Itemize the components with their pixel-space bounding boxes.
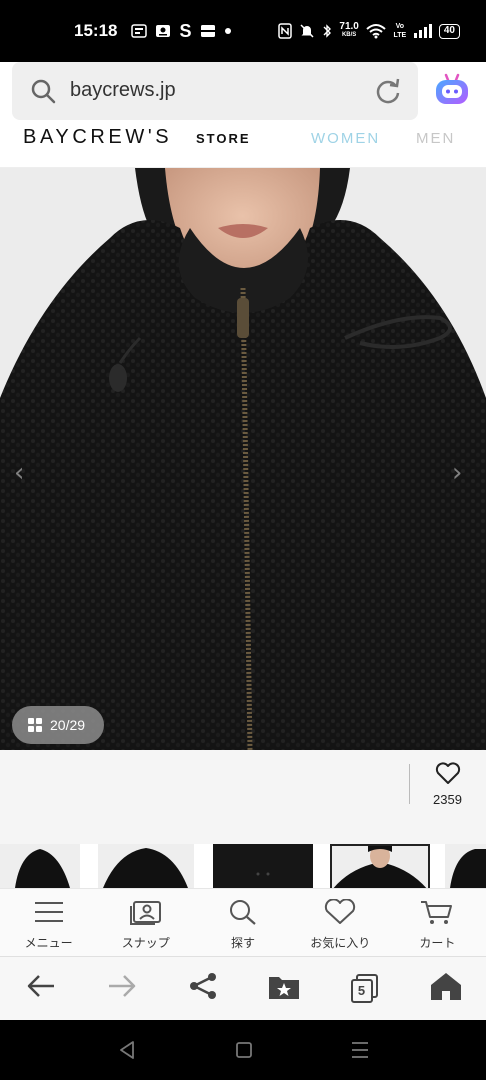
tabs-icon: 5 [349,973,381,1004]
image-counter-text: 20/29 [50,717,86,733]
photo-icon [155,23,171,39]
system-back-icon[interactable] [118,1040,136,1065]
grid-icon [28,718,42,732]
tabs-count: 5 [357,982,366,998]
image-counter[interactable]: 20/29 [12,706,104,744]
tabs-button[interactable]: 5 [324,973,405,1004]
share-icon [188,972,218,1005]
dot-icon [224,27,232,35]
bluetooth-icon [322,23,332,39]
nav-favorites-label: お気に入り [310,936,371,950]
back-button[interactable] [0,973,81,1004]
card-icon [200,24,216,38]
status-system: 71.0 KB/S Vo LTE 40 [278,22,460,40]
thumbnail-strip [0,844,486,888]
nav-menu[interactable]: メニュー [0,889,97,956]
brand-store-label[interactable]: STORE [196,131,251,146]
hamburger-icon [33,899,65,930]
signal-icon [413,24,432,38]
system-home-icon[interactable] [235,1040,253,1065]
brand-logo[interactable]: BAYCREW'S [23,126,172,149]
status-time: 15:18 [74,21,118,40]
nav-snap[interactable]: スナップ [97,889,194,956]
snap-icon [129,899,163,930]
product-photo [0,168,486,750]
thumbnail[interactable] [445,844,486,888]
system-nav-bar [0,1020,486,1080]
nav-search-label: 探す [231,936,256,950]
thumbnail[interactable] [213,844,313,888]
thumbnail[interactable] [0,844,80,888]
favorite-row: 2359 [0,750,486,844]
favorite-heart-icon[interactable] [435,762,461,791]
favorite-count: 2359 [433,792,462,807]
nav-favorites[interactable]: お気に入り [292,889,389,956]
nav-men[interactable]: MEN [416,130,455,147]
network-speed: 71.0 KB/S [339,21,359,39]
mute-icon [299,23,315,39]
back-arrow-icon [26,973,56,1004]
cart-icon [420,899,454,930]
next-image-button[interactable]: › [452,458,462,488]
thumbnail[interactable] [98,844,194,888]
home-button[interactable] [405,972,486,1005]
battery-indicator: 40 [438,23,460,39]
product-image[interactable]: ‹ › 20/29 [0,168,486,750]
nav-cart[interactable]: カート [389,889,486,956]
search-icon [228,899,258,930]
forward-arrow-icon [107,973,137,1004]
nav-menu-label: メニュー [24,936,73,950]
favorite-divider [409,764,410,804]
prev-image-button[interactable]: ‹ [14,458,24,488]
reload-icon[interactable] [374,77,402,110]
browser-toolbar: 5 [0,956,486,1020]
nfc-icon [278,23,293,39]
bookmark-folder-icon [268,972,300,1005]
heart-icon [323,898,357,930]
status-bar: 15:18 S 71.0 KB/S Vo LTE 40 [0,0,486,62]
search-icon [30,78,56,109]
status-notifications: S [131,21,231,42]
nav-women[interactable]: WOMEN [311,130,380,147]
nav-snap-label: スナップ [121,936,170,950]
wifi-icon [366,23,386,39]
address-url[interactable]: baycrews.jp [70,79,176,102]
home-icon [430,972,462,1005]
nav-search[interactable]: 探す [194,889,291,956]
s-app-icon: S [179,20,192,41]
browser-address-area: baycrews.jp [0,62,486,126]
notification-app-icon [131,24,148,38]
site-header: BAYCREW'S STORE WOMEN MEN [0,126,486,168]
bookmarks-button[interactable] [243,972,324,1005]
share-button[interactable] [162,972,243,1005]
system-recents-icon[interactable] [351,1040,369,1065]
site-bottom-nav: メニュー スナップ 探す お気に入り カート [0,888,486,956]
assistant-icon[interactable] [434,72,470,113]
address-bar[interactable]: baycrews.jp [12,62,418,120]
nav-cart-label: カート [419,936,456,950]
thumbnail-selected[interactable] [330,844,430,888]
forward-button[interactable] [81,973,162,1004]
volte-indicator: Vo LTE [393,23,407,39]
